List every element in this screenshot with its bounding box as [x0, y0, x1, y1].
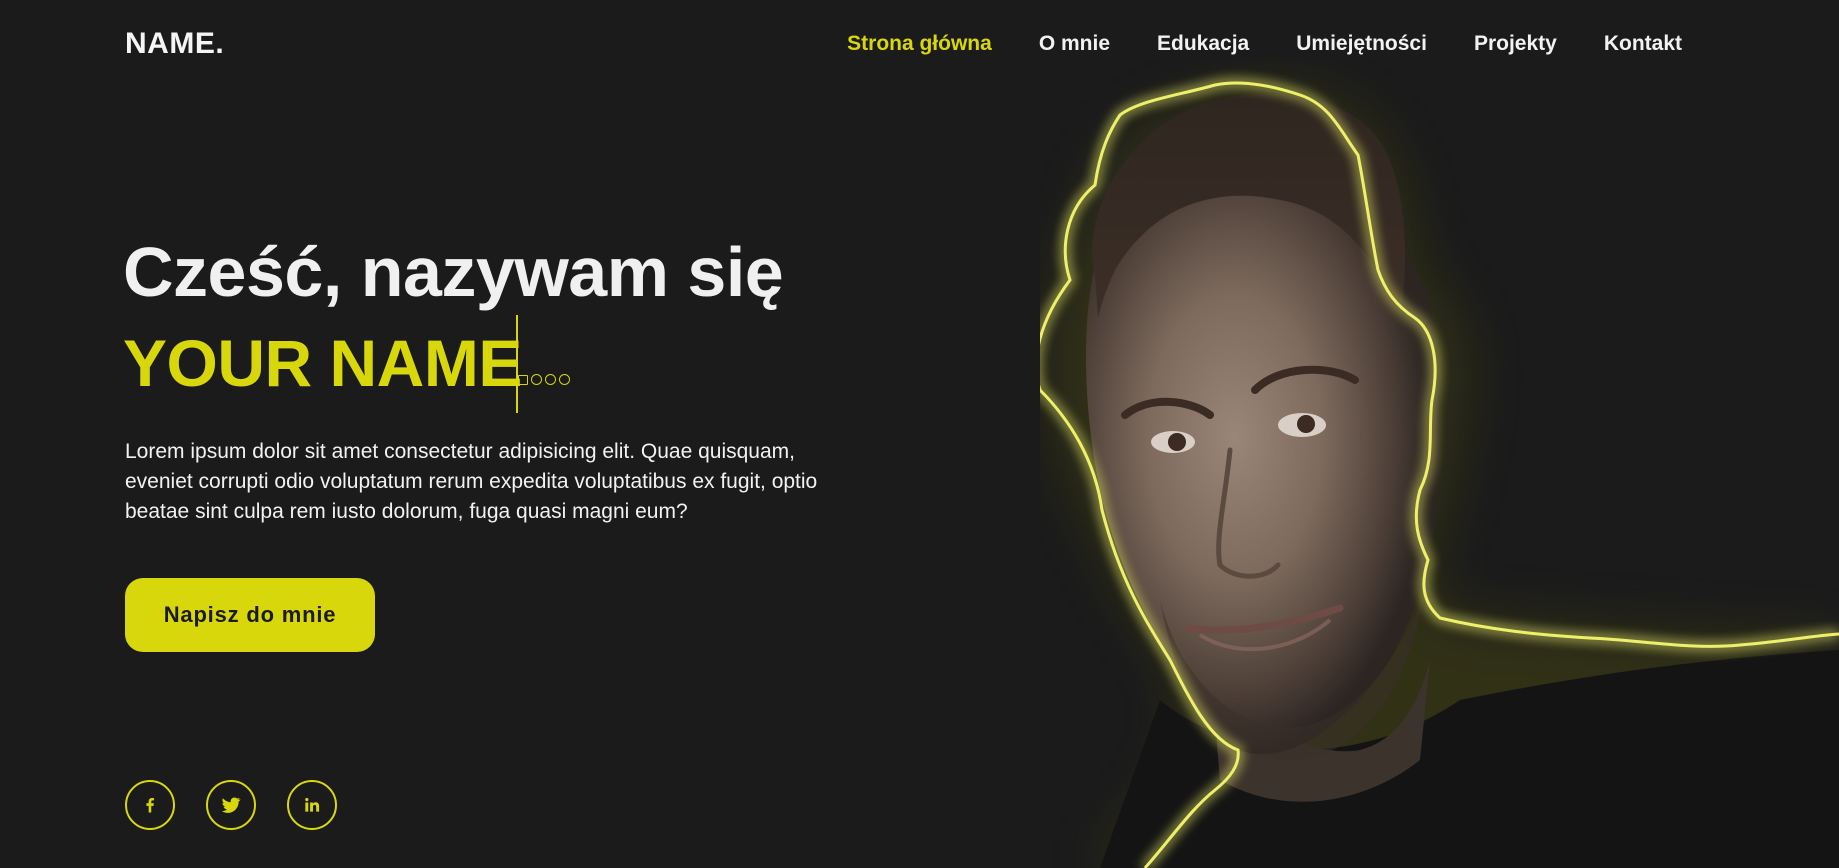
hero-name: YOUR NAME: [123, 326, 522, 400]
hero-description: Lorem ipsum dolor sit amet consectetur a…: [125, 440, 818, 523]
twitter-link[interactable]: [206, 780, 256, 830]
hero-name-line: YOUR NAME: [123, 315, 570, 415]
typing-cursor: [515, 315, 518, 413]
nav-skills[interactable]: Umiejętności: [1296, 32, 1427, 56]
page: NAME. Strona główna O mnie Edukacja Umie…: [0, 0, 1839, 868]
hero-greeting: Cześć, nazywam się: [123, 233, 784, 311]
typing-dot: [544, 374, 556, 385]
linkedin-link[interactable]: [287, 780, 337, 830]
social-links: [125, 780, 337, 830]
facebook-link[interactable]: [125, 780, 175, 830]
contact-me-button[interactable]: Napisz do mnie: [125, 578, 375, 652]
nav-projects[interactable]: Projekty: [1474, 32, 1557, 56]
main-nav: Strona główna O mnie Edukacja Umiejętnoś…: [847, 32, 1682, 56]
typing-dot: [517, 374, 528, 385]
twitter-icon: [221, 797, 241, 813]
typing-dots: [517, 374, 570, 385]
typing-dot: [558, 374, 570, 385]
nav-about[interactable]: O mnie: [1039, 32, 1110, 56]
facebook-icon: [146, 798, 154, 813]
typing-dot: [530, 374, 542, 385]
portrait-image: [1040, 81, 1839, 868]
logo[interactable]: NAME.: [125, 27, 224, 61]
linkedin-icon: [305, 797, 320, 812]
nav-contact[interactable]: Kontakt: [1604, 32, 1682, 56]
nav-education[interactable]: Edukacja: [1157, 32, 1249, 56]
nav-home[interactable]: Strona główna: [847, 32, 992, 56]
